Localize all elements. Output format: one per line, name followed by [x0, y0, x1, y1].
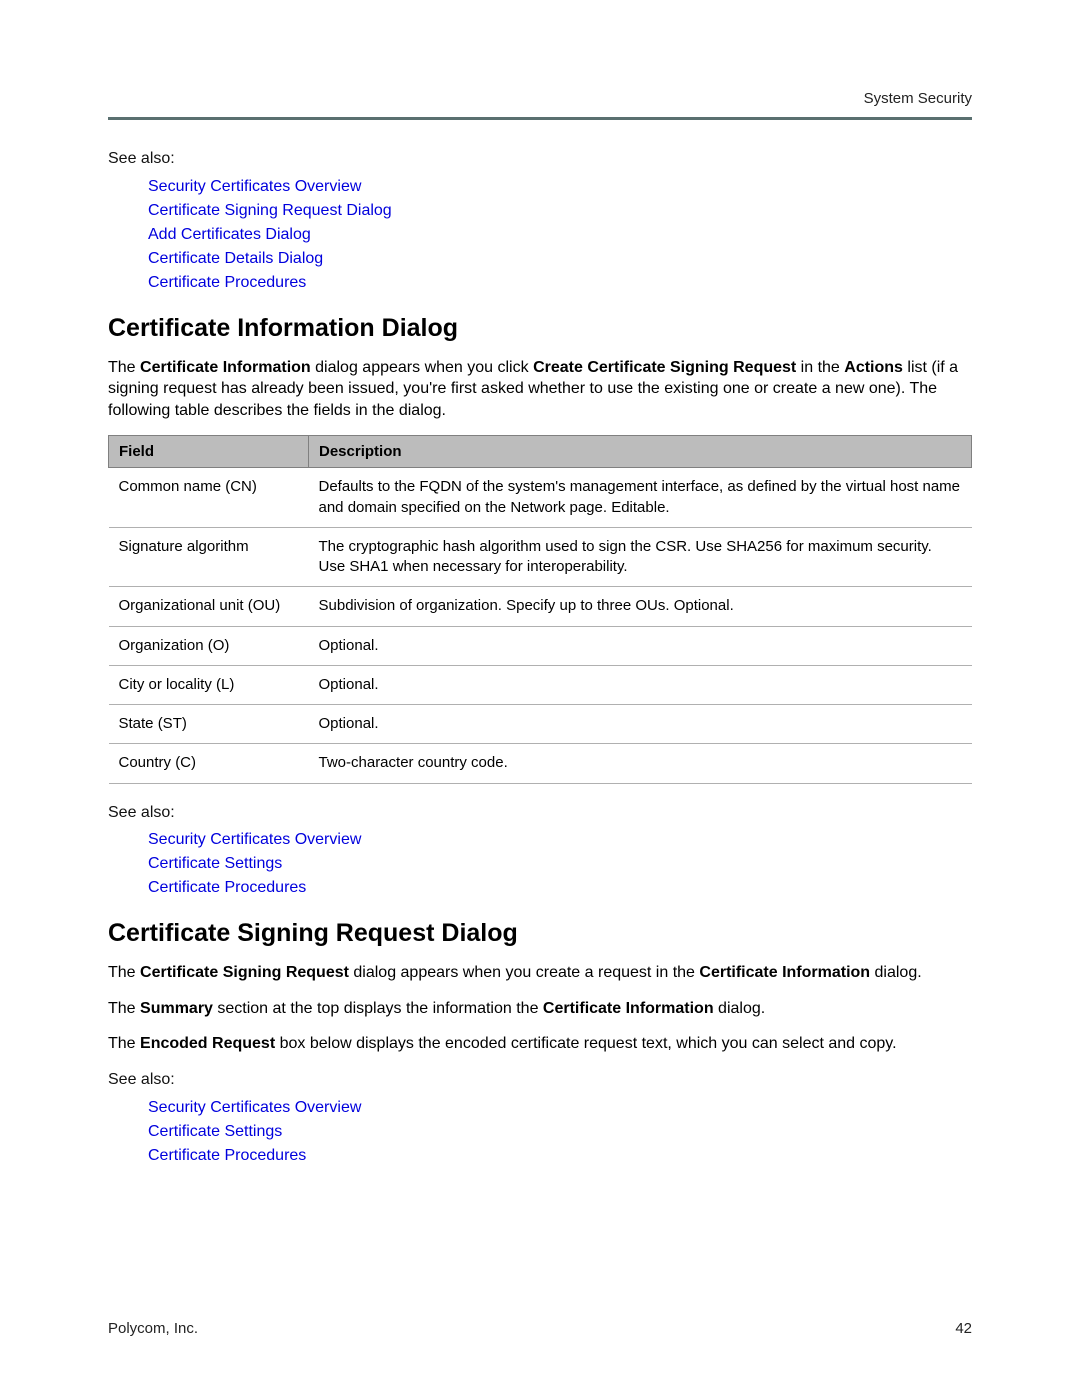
table-row: Organization (O) Optional.: [109, 626, 972, 665]
see-also-list-1: Security Certificates Overview Certifica…: [148, 178, 972, 292]
field-cell: Common name (CN): [109, 468, 309, 528]
cert-info-fields-table: Field Description Common name (CN) Defau…: [108, 435, 972, 783]
para-bold: Certificate Signing Request: [140, 964, 349, 981]
para-text: dialog.: [714, 1000, 766, 1017]
link-security-cert-overview[interactable]: Security Certificates Overview: [148, 178, 361, 195]
field-cell: Organizational unit (OU): [109, 587, 309, 626]
table-row: Common name (CN) Defaults to the FQDN of…: [109, 468, 972, 528]
para-text: The: [108, 1035, 140, 1052]
para-text: The: [108, 1000, 140, 1017]
field-cell: Signature algorithm: [109, 527, 309, 587]
csr-para-2: The Summary section at the top displays …: [108, 998, 972, 1020]
desc-cell: Subdivision of organization. Specify up …: [309, 587, 972, 626]
desc-text: Optional.: [319, 676, 379, 693]
para-text: dialog appears when you create a request…: [349, 964, 699, 981]
link-certificate-procedures-2[interactable]: Certificate Procedures: [148, 879, 306, 896]
para-text: in the: [796, 359, 844, 376]
link-add-certificates-dialog[interactable]: Add Certificates Dialog: [148, 226, 311, 243]
link-certificate-settings[interactable]: Certificate Settings: [148, 855, 282, 872]
para-bold: Summary: [140, 1000, 213, 1017]
page-footer: Polycom, Inc. 42: [108, 1320, 972, 1337]
para-bold: Certificate Information: [699, 964, 870, 981]
desc-text: The cryptographic hash algorithm used to…: [319, 538, 932, 575]
para-bold: Actions: [844, 359, 903, 376]
link-security-cert-overview-2[interactable]: Security Certificates Overview: [148, 831, 361, 848]
para-text: The: [108, 964, 140, 981]
desc-cell: Optional.: [309, 705, 972, 744]
header-divider: [108, 117, 972, 120]
table-row: City or locality (L) Optional.: [109, 665, 972, 704]
desc-cell: The cryptographic hash algorithm used to…: [309, 527, 972, 587]
para-text: dialog appears when you click: [311, 359, 533, 376]
desc-cell: Two-character country code.: [309, 744, 972, 783]
desc-cell: Optional.: [309, 626, 972, 665]
para-bold: Certificate Information: [543, 1000, 714, 1017]
table-row: Country (C) Two-character country code.: [109, 744, 972, 783]
para-bold: Certificate Information: [140, 359, 311, 376]
csr-para-3: The Encoded Request box below displays t…: [108, 1033, 972, 1055]
table-row: Signature algorithm The cryptographic ha…: [109, 527, 972, 587]
desc-bold: Network: [510, 499, 565, 516]
desc-cell: Optional.: [309, 665, 972, 704]
field-cell: State (ST): [109, 705, 309, 744]
desc-text: page. Editable.: [565, 499, 669, 516]
page-header-section: System Security: [108, 90, 972, 107]
para-text: The: [108, 359, 140, 376]
para-bold: Encoded Request: [140, 1035, 275, 1052]
desc-cell: Defaults to the FQDN of the system's man…: [309, 468, 972, 528]
table-header-field: Field: [109, 436, 309, 468]
link-certificate-procedures[interactable]: Certificate Procedures: [148, 274, 306, 291]
field-cell: City or locality (L): [109, 665, 309, 704]
field-cell: Country (C): [109, 744, 309, 783]
para-bold: Create Certificate Signing Request: [533, 359, 796, 376]
para-text: section at the top displays the informat…: [213, 1000, 543, 1017]
para-text: box below displays the encoded certifica…: [275, 1035, 896, 1052]
link-security-cert-overview-3[interactable]: Security Certificates Overview: [148, 1099, 361, 1116]
footer-company: Polycom, Inc.: [108, 1320, 198, 1337]
page-content: System Security See also: Security Certi…: [0, 0, 1080, 1247]
para-text: dialog.: [870, 964, 922, 981]
desc-text: Optional.: [319, 637, 379, 654]
see-also-list-3: Security Certificates Overview Certifica…: [148, 1099, 972, 1165]
heading-cert-info-dialog: Certificate Information Dialog: [108, 314, 972, 343]
cert-info-para: The Certificate Information dialog appea…: [108, 357, 972, 422]
desc-text: Two-character country code.: [319, 754, 508, 771]
field-cell: Organization (O): [109, 626, 309, 665]
link-certificate-procedures-3[interactable]: Certificate Procedures: [148, 1147, 306, 1164]
footer-page-number: 42: [955, 1320, 972, 1337]
desc-text: Subdivision of organization. Specify up …: [319, 597, 734, 614]
see-also-list-2: Security Certificates Overview Certifica…: [148, 831, 972, 897]
desc-text: Optional.: [319, 715, 379, 732]
see-also-intro-3: See also:: [108, 1069, 972, 1091]
csr-para-1: The Certificate Signing Request dialog a…: [108, 962, 972, 984]
heading-cert-signing-request-dialog: Certificate Signing Request Dialog: [108, 919, 972, 948]
link-certificate-details-dialog[interactable]: Certificate Details Dialog: [148, 250, 323, 267]
table-row: Organizational unit (OU) Subdivision of …: [109, 587, 972, 626]
table-header-row: Field Description: [109, 436, 972, 468]
table-row: State (ST) Optional.: [109, 705, 972, 744]
see-also-intro-2: See also:: [108, 802, 972, 824]
table-body: Common name (CN) Defaults to the FQDN of…: [109, 468, 972, 783]
link-cert-signing-request-dialog[interactable]: Certificate Signing Request Dialog: [148, 202, 392, 219]
link-certificate-settings-2[interactable]: Certificate Settings: [148, 1123, 282, 1140]
table-header-description: Description: [309, 436, 972, 468]
see-also-intro-1: See also:: [108, 148, 972, 170]
